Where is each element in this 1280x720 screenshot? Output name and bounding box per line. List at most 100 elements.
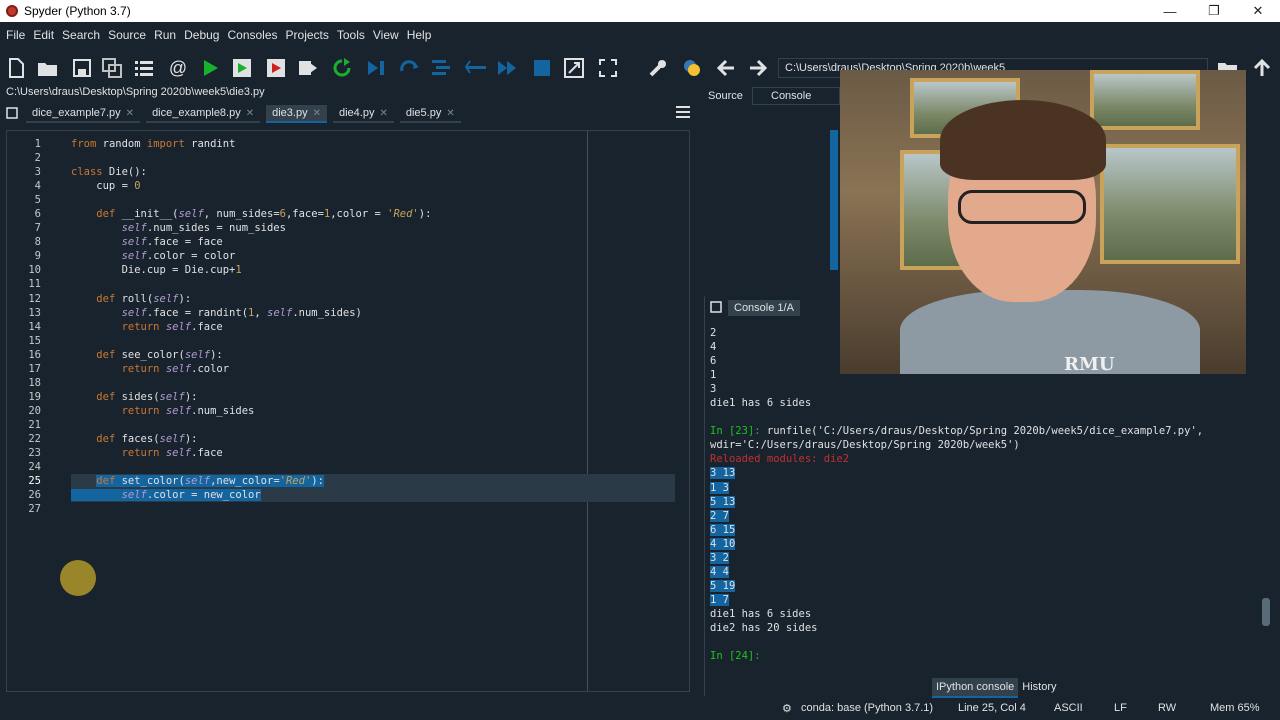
code-line[interactable] [71, 277, 675, 291]
editor-options-menu-icon[interactable] [676, 106, 690, 121]
save-all-icon[interactable] [100, 56, 124, 80]
menu-help[interactable]: Help [407, 28, 432, 42]
code-line[interactable]: return self.num_sides [71, 404, 675, 418]
tab-die4[interactable]: die4.py ✕ [333, 105, 394, 123]
preferences-wrench-icon[interactable] [646, 56, 670, 80]
menu-tools[interactable]: Tools [337, 28, 365, 42]
code-line[interactable]: return self.face [71, 320, 675, 334]
window-titlebar: Spyder (Python 3.7) — ❐ ✕ [0, 0, 1280, 22]
code-line[interactable]: def set_color(self,new_color='Red'): [71, 474, 675, 489]
menu-file[interactable]: File [6, 28, 25, 42]
wall-picture [1100, 144, 1240, 264]
console-scrollbar[interactable] [1262, 598, 1270, 626]
code-line[interactable]: from random import randint [71, 137, 675, 151]
menu-debug[interactable]: Debug [184, 28, 219, 42]
tab-ipython-console[interactable]: IPython console [932, 678, 1019, 698]
run-selection-icon[interactable] [296, 56, 320, 80]
tab-die3[interactable]: die3.py ✕ [266, 105, 327, 123]
line-number: 15 [28, 334, 41, 347]
code-line[interactable] [71, 376, 675, 390]
tab-close-icon[interactable]: ✕ [246, 108, 254, 119]
line-number: 6 [34, 208, 41, 221]
list-icon[interactable] [132, 56, 156, 80]
code-line[interactable]: self.color = color [71, 249, 675, 263]
tab-close-icon[interactable]: ✕ [446, 108, 454, 119]
close-icon[interactable]: ✕ [1236, 0, 1280, 22]
fullscreen-icon[interactable] [596, 56, 620, 80]
code-line[interactable] [71, 151, 675, 165]
back-arrow-icon[interactable] [714, 56, 738, 80]
tab-dice-example7[interactable]: dice_example7.py ✕ [26, 105, 141, 123]
code-editor[interactable]: 1 2 3 4 5 6 7 8 9 10 11 12 13 14 15 16 17 18 19 20 21 22 23 24 2… [6, 130, 690, 692]
line-number: 2 [34, 152, 41, 165]
minimize-icon[interactable]: — [1148, 0, 1192, 22]
tab-close-icon[interactable]: ✕ [126, 108, 134, 119]
code-line[interactable]: class Die(): [71, 165, 675, 179]
maximize-pane-icon[interactable] [562, 56, 586, 80]
new-file-icon[interactable] [4, 56, 28, 80]
menu-source[interactable]: Source [108, 28, 146, 42]
menu-edit[interactable]: Edit [33, 28, 54, 42]
line-number: 22 [28, 432, 41, 445]
shirt-logo-text: RMU [1064, 354, 1115, 374]
code-text[interactable]: from random import randint class Die(): … [71, 137, 675, 516]
debug-icon[interactable] [364, 56, 388, 80]
tab-history[interactable]: History [1018, 678, 1060, 698]
code-line[interactable]: def see_color(self): [71, 348, 675, 362]
tab-close-icon[interactable]: ✕ [313, 108, 321, 119]
menu-run[interactable]: Run [154, 28, 176, 42]
continue-icon[interactable] [496, 56, 520, 80]
stop-debug-icon[interactable] [530, 56, 554, 80]
console-prompt-line: In [23]: runfile('C:/Users/draus/Desktop… [710, 425, 1204, 438]
step-into-icon[interactable] [430, 56, 454, 80]
restore-icon[interactable]: ❐ [1192, 0, 1236, 22]
code-line[interactable]: cup = 0 [71, 179, 675, 193]
python-path-icon[interactable] [680, 56, 704, 80]
console-tab[interactable]: Console 1/A [704, 298, 806, 318]
code-line[interactable]: return self.face [71, 446, 675, 460]
menu-projects[interactable]: Projects [286, 28, 329, 42]
menu-consoles[interactable]: Consoles [227, 28, 277, 42]
tab-close-icon[interactable]: ✕ [379, 108, 387, 119]
menu-search[interactable]: Search [62, 28, 100, 42]
code-line[interactable]: def __init__(self, num_sides=6,face=1,co… [71, 207, 675, 221]
at-icon[interactable]: @ [166, 56, 190, 80]
code-line[interactable]: self.face = randint(1, self.num_sides) [71, 306, 675, 320]
run-cell-advance-icon[interactable] [264, 56, 288, 80]
code-line[interactable]: self.num_sides = num_sides [71, 221, 675, 235]
save-icon[interactable] [70, 56, 94, 80]
browse-tabs-icon[interactable] [6, 106, 18, 122]
code-line[interactable]: self.face = face [71, 235, 675, 249]
console-line: die2 has 20 sides [710, 621, 818, 634]
status-memory: Mem 65% [1210, 702, 1260, 714]
run-cell-icon[interactable] [230, 56, 254, 80]
code-line[interactable] [71, 193, 675, 207]
line-number: 4 [34, 180, 41, 193]
code-line[interactable]: Die.cup = Die.cup+1 [71, 263, 675, 277]
console-output[interactable]: 2 4 6 1 3 die1 has 6 sides In [23]: runfile('… [710, 326, 1266, 666]
step-icon[interactable] [398, 56, 422, 80]
code-line[interactable]: def roll(self): [71, 292, 675, 306]
code-line[interactable] [71, 334, 675, 348]
open-folder-icon[interactable] [36, 56, 60, 80]
menu-view[interactable]: View [373, 28, 399, 42]
code-line[interactable] [71, 418, 675, 432]
code-line[interactable]: def sides(self): [71, 390, 675, 404]
code-line[interactable] [71, 502, 675, 516]
code-line[interactable] [71, 460, 675, 474]
tab-die5[interactable]: die5.py ✕ [399, 105, 461, 123]
parent-dir-arrow-icon[interactable] [1250, 56, 1274, 80]
code-line[interactable]: return self.color [71, 362, 675, 376]
line-number: 3 [34, 166, 41, 179]
wall-picture [1090, 70, 1200, 130]
console-line: 1 7 [710, 593, 729, 606]
run-icon[interactable] [198, 56, 222, 80]
step-return-icon[interactable] [464, 56, 488, 80]
rerun-icon[interactable] [330, 56, 354, 80]
forward-arrow-icon[interactable] [746, 56, 770, 80]
code-line[interactable]: def faces(self): [71, 432, 675, 446]
code-line[interactable]: self.color = new_color [71, 488, 675, 503]
source-select[interactable]: Console [752, 87, 840, 105]
line-number: 1 [34, 138, 41, 150]
tab-dice-example8[interactable]: dice_example8.py ✕ [146, 105, 261, 123]
